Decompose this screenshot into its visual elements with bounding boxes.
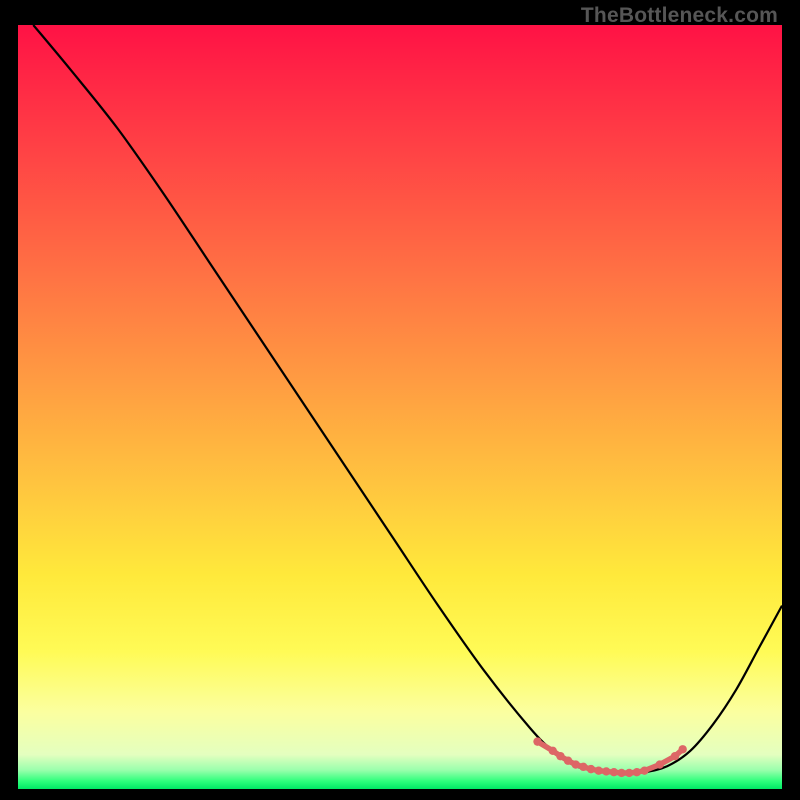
highlight-point bbox=[625, 769, 633, 777]
highlight-point bbox=[656, 760, 664, 768]
chart-frame bbox=[18, 25, 782, 789]
highlight-point bbox=[587, 765, 595, 773]
highlight-point bbox=[564, 757, 572, 765]
highlight-point bbox=[640, 766, 648, 774]
chart-background bbox=[18, 25, 782, 789]
highlight-point bbox=[533, 737, 541, 745]
highlight-point bbox=[602, 767, 610, 775]
highlight-point bbox=[594, 766, 602, 774]
highlight-point bbox=[549, 747, 557, 755]
highlight-point bbox=[579, 763, 587, 771]
highlight-point bbox=[617, 769, 625, 777]
highlight-point bbox=[572, 760, 580, 768]
highlight-point bbox=[610, 768, 618, 776]
highlight-point bbox=[556, 752, 564, 760]
chart-svg bbox=[18, 25, 782, 789]
highlight-point bbox=[678, 745, 686, 753]
highlight-point bbox=[633, 768, 641, 776]
highlight-point bbox=[671, 752, 679, 760]
